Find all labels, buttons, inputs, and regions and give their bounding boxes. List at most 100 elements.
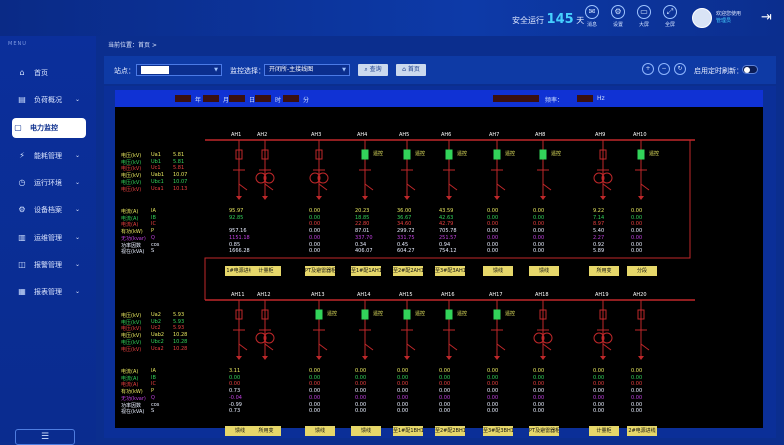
top-measure-value: 0.00 xyxy=(487,208,499,214)
top-cabinet-button[interactable]: 计量柜 xyxy=(251,266,281,276)
sidebar-item-6[interactable]: ⚙ 设备档案 ⌄ xyxy=(16,200,88,220)
bot-arrow xyxy=(540,356,546,360)
fullscreen-icon: ⤢ xyxy=(663,5,677,19)
collapse-menu-button[interactable]: ☰ xyxy=(15,429,75,445)
zoom-out-icon[interactable]: − xyxy=(658,63,670,75)
top-arrow xyxy=(236,196,242,200)
message-button[interactable]: ✉ 消息 xyxy=(581,5,603,31)
settings-button[interactable]: ⚙ 设置 xyxy=(607,5,629,31)
bot-cabinet-button[interactable]: 至3#配3BH1柜 xyxy=(483,426,513,436)
home-button[interactable]: ⌂ 首页 xyxy=(396,64,426,76)
sidebar-item-label: 设备档案 xyxy=(34,206,62,214)
top-ground-switch xyxy=(496,183,506,191)
sidebar-item-8[interactable]: ◫ 报警管理 ⌄ xyxy=(16,255,88,275)
bot-measure-value: 0.00 xyxy=(397,408,409,415)
bot-cabinet-button[interactable]: PT及避雷器柜 xyxy=(529,426,559,436)
query-button[interactable]: ⌕ 查询 xyxy=(358,64,388,76)
bot-cabinet-label: AH15 xyxy=(399,292,413,298)
top-cabinet-button[interactable]: 至1#配1AH1柜 xyxy=(351,266,381,276)
bot-measure-value: 0.00 xyxy=(397,374,409,381)
top-measure-value: 0.00 xyxy=(631,234,643,241)
top-cabinet-button[interactable]: 馈线 xyxy=(483,266,513,276)
top-remote-tag: 遥控 xyxy=(457,151,468,157)
sidebar-item-1[interactable]: ⌂ 首页 xyxy=(16,63,88,83)
bot-cabinet-label: AH12 xyxy=(257,292,271,298)
bot-remote-tag: 遥控 xyxy=(327,311,338,317)
top-measure-value: 43.59 xyxy=(439,208,454,214)
top-cabinet-button[interactable]: 所用变 xyxy=(589,266,619,276)
bot-ground-switch xyxy=(238,343,248,351)
bot-measure-value: 0.00 xyxy=(533,374,545,381)
bot-voltage-symbol: Ubc2 xyxy=(151,338,164,345)
bot-cabinet-button[interactable]: 2#电源进线 xyxy=(627,426,657,436)
top-cabinet-button[interactable]: 至2#配2AH1柜 xyxy=(393,266,423,276)
bot-arrow xyxy=(262,356,268,360)
sidebar-item-4[interactable]: ⚡ 能耗管理 ⌄ xyxy=(16,146,88,166)
sidebar-item-3[interactable]: ▢ 电力监控 xyxy=(12,118,86,138)
bot-arrow xyxy=(446,356,452,360)
station-select[interactable]: ▼ xyxy=(136,64,222,76)
bot-voltage-value: 10.28 xyxy=(173,338,188,345)
sidebar-item-5[interactable]: ◷ 运行环境 ⌄ xyxy=(16,173,88,193)
bot-cabinet-button[interactable]: 馈线 xyxy=(351,426,381,436)
bot-measure-value: -0.04 xyxy=(229,394,242,401)
top-measure-value: 0.00 xyxy=(533,214,545,221)
fullscreen-button[interactable]: ⤢ 全屏 xyxy=(659,5,681,31)
top-measure-value: 957.16 xyxy=(229,228,247,235)
home-label: 首页 xyxy=(407,66,420,73)
bot-voltage-value: 5.93 xyxy=(173,318,185,325)
bot-measure-value: 0.00 xyxy=(355,388,367,395)
bot-measure-value: 0.00 xyxy=(439,381,451,388)
bot-measure-value: 0.00 xyxy=(487,374,499,381)
top-voltage-symbol: Uab1 xyxy=(151,172,165,179)
avatar[interactable] xyxy=(692,8,712,28)
refresh-icon[interactable]: ↻ xyxy=(674,63,686,75)
big-screen-button[interactable]: ▭ 大屏 xyxy=(633,5,655,31)
bot-remote-tag: 遥控 xyxy=(457,311,468,317)
top-measure-value: 337.70 xyxy=(355,234,373,241)
bot-voltage-symbol: Uca2 xyxy=(151,345,164,352)
zoom-in-icon[interactable]: + xyxy=(642,63,654,75)
bot-measure-value: 0.00 xyxy=(355,408,367,415)
top-remote-tag: 遥控 xyxy=(649,151,660,157)
top-cabinet-label: AH5 xyxy=(399,132,410,138)
top-measure-value: 0.00 xyxy=(533,208,545,214)
bot-cabinet-button[interactable]: 计量柜 xyxy=(589,426,619,436)
bot-measure-value: 0.00 xyxy=(593,381,605,388)
top-measure-value: 0.00 xyxy=(631,241,643,248)
sidebar-item-label: 运维管理 xyxy=(34,234,62,242)
bot-cabinet-button[interactable]: 至2#配2BH1柜 xyxy=(435,426,465,436)
top-measure-value: 0.34 xyxy=(355,241,367,248)
top-cabinet-label: AH1 xyxy=(231,132,242,138)
bot-measure-value: 0.00 xyxy=(439,394,451,401)
top-measure-value: 705.78 xyxy=(439,228,457,235)
bot-voltage-value: 5.93 xyxy=(173,312,185,318)
timer-toggle[interactable] xyxy=(742,65,758,74)
monitor-select[interactable]: 开闭所-主接线图 ▼ xyxy=(264,64,350,76)
bot-cabinet-label: AH14 xyxy=(357,292,371,298)
top-measure-value: 7.14 xyxy=(593,214,605,221)
bot-cabinet-button[interactable]: 馈线 xyxy=(305,426,335,436)
bot-cabinet-label: AH11 xyxy=(231,292,245,298)
top-ground-switch xyxy=(238,183,248,191)
bot-cabinet-button[interactable]: 所用变 xyxy=(251,426,281,436)
top-cabinet-button[interactable]: 至3#配3AH1柜 xyxy=(435,266,465,276)
bot-arrow xyxy=(638,356,644,360)
settings-icon: ⚙ xyxy=(611,5,625,19)
top-voltage-value: 5.81 xyxy=(173,165,185,172)
sidebar-item-9[interactable]: ▦ 报表管理 ⌄ xyxy=(16,282,88,302)
top-cabinet-button[interactable]: 馈线 xyxy=(529,266,559,276)
welcome-text: 欢迎您使用 xyxy=(716,11,742,17)
user-info[interactable]: 欢迎您使用 管理员 xyxy=(716,11,741,25)
top-cabinet-button[interactable]: 分段 xyxy=(627,266,657,276)
bot-cabinet-label: AH13 xyxy=(311,292,325,298)
sidebar-item-2[interactable]: ▤ 负荷概况 ⌄ xyxy=(16,90,88,110)
bot-voltage-symbol: Ua2 xyxy=(151,312,161,318)
sidebar-item-7[interactable]: ▥ 运维管理 ⌄ xyxy=(16,228,88,248)
top-measure-symbol: Q xyxy=(151,234,155,241)
top-cabinet-button[interactable]: PT及避雷器柜 xyxy=(305,266,335,276)
bot-cabinet-button[interactable]: 至1#配1BH1柜 xyxy=(393,426,423,436)
top-ground-switch xyxy=(542,183,552,191)
top-measure-symbol: P xyxy=(151,228,155,235)
logout-icon[interactable]: ⇥ xyxy=(761,10,772,25)
